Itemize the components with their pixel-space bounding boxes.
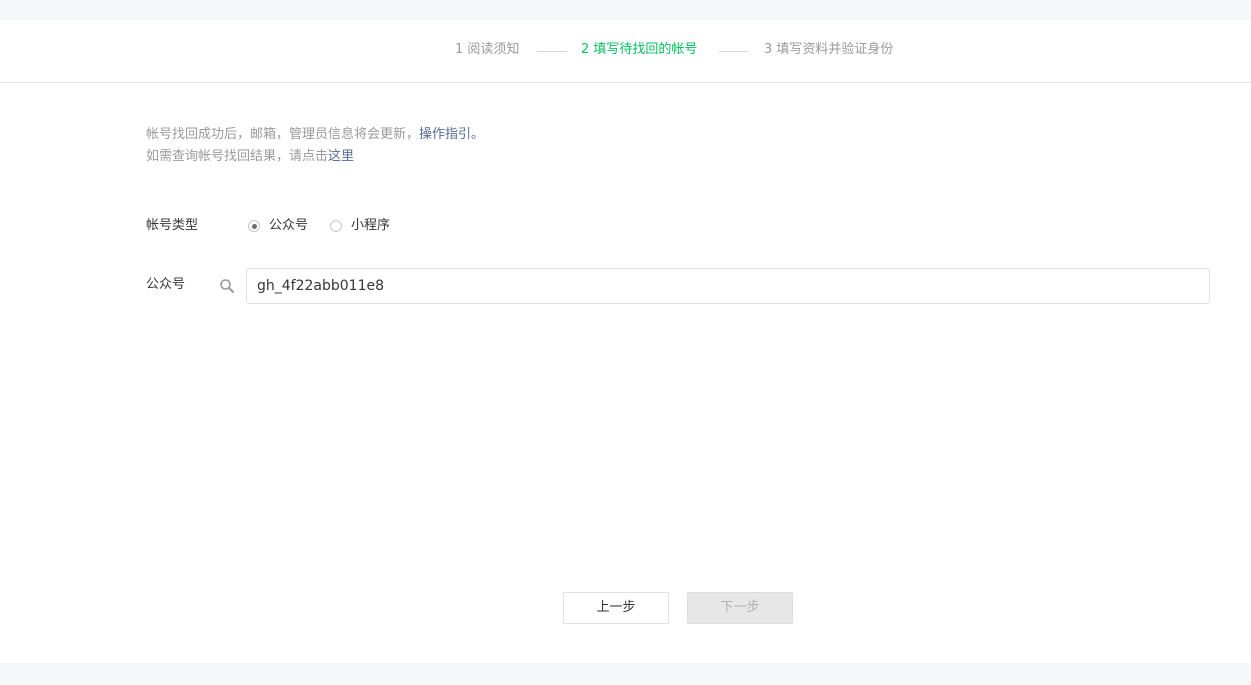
- step-divider: [719, 51, 749, 52]
- radio-official-account[interactable]: 公众号: [248, 218, 308, 234]
- radio-label-mini-program: 小程序: [351, 218, 391, 233]
- account-type-label: 帐号类型: [146, 218, 199, 233]
- next-step-button[interactable]: 下一步: [687, 592, 793, 624]
- account-input[interactable]: [247, 269, 1207, 303]
- radio-mini-program[interactable]: 小程序: [330, 218, 390, 234]
- prev-step-button[interactable]: 上一步: [563, 592, 669, 624]
- notice-text-2: 如需查询帐号找回结果，请点击: [146, 149, 329, 164]
- bottom-band: [0, 663, 1251, 685]
- guide-link[interactable]: 操作指引。: [419, 127, 484, 142]
- radio-checked-icon[interactable]: [248, 220, 260, 232]
- main-panel: [0, 20, 1251, 663]
- step-2: 2 填写待找回的帐号: [581, 42, 698, 57]
- radio-label-official-account: 公众号: [269, 218, 309, 233]
- step-divider: [537, 51, 567, 52]
- notice-line-1: 帐号找回成功后，邮箱，管理员信息将会更新，操作指引。: [146, 126, 484, 144]
- account-field-label: 公众号: [146, 277, 186, 292]
- step-1: 1 阅读须知: [455, 42, 520, 57]
- step-indicator: 1 阅读须知 2 填写待找回的帐号 3 填写资料并验证身份: [0, 20, 1251, 83]
- search-icon: [220, 279, 234, 293]
- notice-text-1: 帐号找回成功后，邮箱，管理员信息将会更新，: [146, 127, 420, 142]
- query-result-link[interactable]: 这里: [328, 149, 354, 164]
- step-3: 3 填写资料并验证身份: [764, 42, 894, 57]
- radio-unchecked-icon[interactable]: [330, 220, 342, 232]
- notice-line-2: 如需查询帐号找回结果，请点击这里: [146, 148, 354, 166]
- account-input-box[interactable]: [246, 268, 1210, 304]
- top-band: [0, 0, 1251, 20]
